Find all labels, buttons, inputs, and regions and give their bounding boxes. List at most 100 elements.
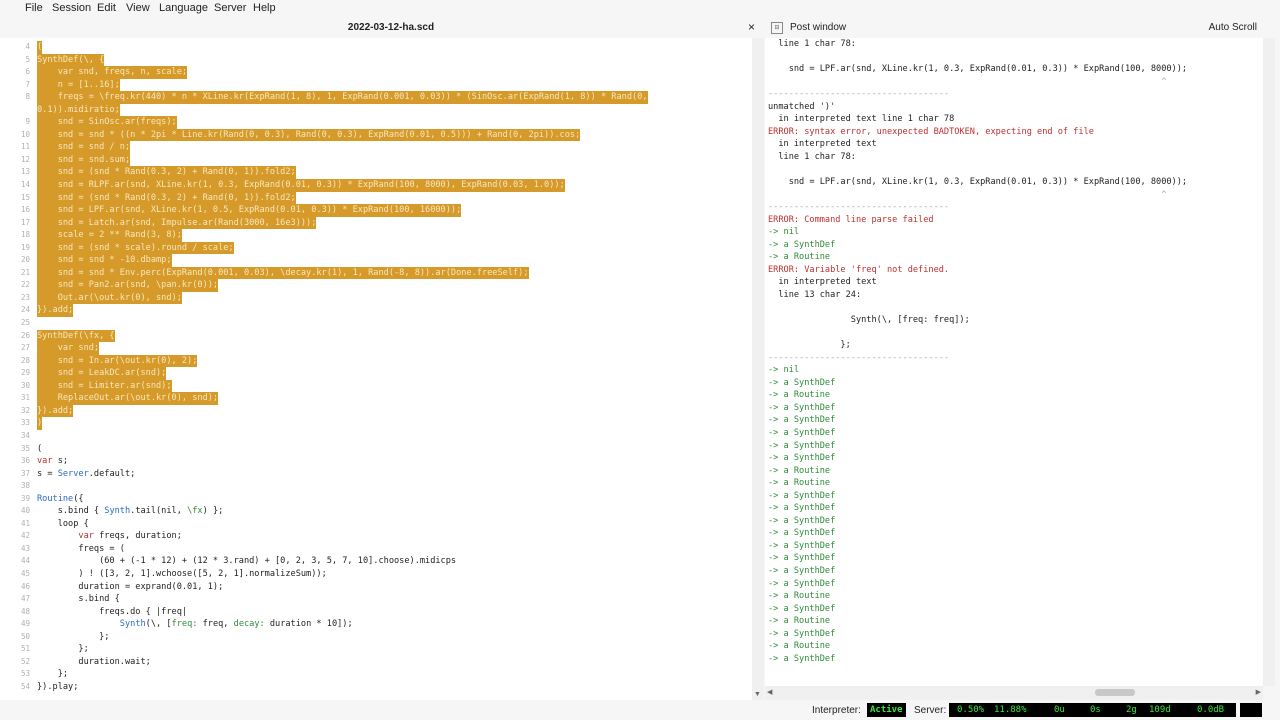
code-text[interactable]: snd = snd * Env.perc(ExpRand(0.001, 0.03… [37, 266, 529, 280]
code-text[interactable]: n = [1..16]; [37, 78, 120, 92]
code-line[interactable]: 19 snd = (snd * scale).round / scale; [0, 241, 752, 255]
code-line[interactable]: 24}).add; [0, 304, 752, 318]
code-text[interactable]: ( [37, 443, 42, 456]
server-status-display[interactable]: 0.50% 11.88% 0u 0s 2g 109d 0.0dB [949, 703, 1236, 717]
code-line[interactable]: 41 loop { [0, 518, 752, 531]
code-line[interactable]: 50 }; [0, 631, 752, 644]
code-line[interactable]: 18 scale = 2 ** Rand(3, 8); [0, 229, 752, 242]
code-text[interactable]: ) [37, 417, 43, 430]
post-horizontal-scrollbar[interactable]: ◀ ▶ [765, 686, 1263, 700]
editor-scrollbar[interactable]: ▼ [752, 38, 764, 700]
code-line[interactable]: 7 n = [1..16]; [0, 78, 752, 92]
menu-file[interactable]: File [25, 2, 43, 14]
code-line[interactable]: 40 s.bind { Synth.tail(nil, \fx) }; [0, 505, 752, 518]
code-text[interactable]: SynthDef(\fx, { [37, 329, 115, 343]
code-text[interactable]: s.bind { [37, 593, 119, 606]
code-text[interactable]: snd = In.ar(\out.kr(0), 2); [37, 354, 198, 368]
interpreter-status-badge[interactable]: Active [867, 703, 906, 717]
code-line[interactable]: 8 freqs = \freq.kr(440) * n * XLine.kr(E… [0, 91, 752, 104]
code-text[interactable]: var freqs, duration; [37, 530, 182, 543]
code-line[interactable]: 37 s = Server.default; [0, 468, 752, 481]
code-line[interactable]: 42 var freqs, duration; [0, 530, 752, 543]
code-text[interactable]: SynthDef(\, { [37, 53, 105, 67]
code-text[interactable]: scale = 2 ** Rand(3, 8); [37, 229, 182, 242]
code-line[interactable]: 17 snd = Latch.ar(snd, Impulse.ar(Rand(3… [0, 216, 752, 230]
code-text[interactable]: snd = snd.sum; [37, 153, 131, 167]
code-line[interactable]: 28 snd = In.ar(\out.kr(0), 2); [0, 354, 752, 368]
code-line[interactable]: 46 duration = exprand(0.01, 1); [0, 581, 752, 594]
menu-language[interactable]: Language [159, 2, 208, 14]
code-text[interactable]: snd = Pan2.ar(snd, \pan.kr(0)); [37, 279, 219, 292]
code-line[interactable]: 45 ) ! ([3, 2, 1].wchoose([5, 2, 1].norm… [0, 568, 752, 581]
code-text[interactable]: snd = SinOsc.ar(freqs); [37, 116, 177, 129]
code-editor[interactable]: 4(5 SynthDef(\, {6 var snd, freqs, n, sca… [0, 38, 752, 700]
code-line[interactable]: 13 snd = (snd * Rand(0.3, 2) + Rand(0, 1… [0, 166, 752, 180]
code-line[interactable]: 34 [0, 430, 752, 443]
code-text[interactable]: snd = snd * -10.dbamp; [37, 254, 172, 267]
code-text[interactable]: Routine({ [37, 493, 84, 506]
code-line[interactable]: 4( [0, 41, 752, 54]
code-line[interactable]: 9 snd = SinOsc.ar(freqs); [0, 116, 752, 129]
code-line[interactable]: 15 snd = (snd * Rand(0.3, 2) + Rand(0, 1… [0, 191, 752, 205]
menu-session[interactable]: Session [52, 2, 91, 14]
code-line[interactable]: 29 snd = LeakDC.ar(snd); [0, 367, 752, 380]
code-text[interactable]: var s; [37, 455, 68, 468]
scroll-right-icon[interactable]: ▶ [1256, 688, 1261, 696]
code-line[interactable]: 39 Routine({ [0, 493, 752, 506]
post-window-output[interactable]: line 1 char 78: snd = LPF.ar(snd, XLine.… [765, 38, 1263, 686]
code-text[interactable]: snd = Limiter.ar(snd); [37, 379, 172, 393]
code-line[interactable]: 47 s.bind { [0, 593, 752, 606]
code-line[interactable]: 11 snd = snd / n; [0, 141, 752, 154]
code-line[interactable]: 26 SynthDef(\fx, { [0, 329, 752, 343]
code-text[interactable]: snd = LeakDC.ar(snd); [37, 367, 167, 380]
code-line[interactable]: 0.1)).midiratio; [0, 103, 752, 117]
code-text[interactable]: snd = snd / n; [37, 141, 131, 154]
code-line[interactable]: 31 ReplaceOut.ar(\out.kr(0), snd); [0, 392, 752, 405]
code-text[interactable]: (60 + (-1 * 12) + (12 * 3.rand) + [0, 2,… [37, 555, 456, 568]
menu-help[interactable]: Help [253, 2, 276, 14]
code-text[interactable]: snd = RLPF.ar(snd, XLine.kr(1, 0.3, ExpR… [37, 179, 565, 192]
code-line[interactable]: 49 Synth(\, [freq: freq, decay: duration… [0, 618, 752, 631]
code-line[interactable]: 22 snd = Pan2.ar(snd, \pan.kr(0)); [0, 279, 752, 292]
code-text[interactable]: loop { [37, 518, 89, 531]
code-text[interactable]: snd = (snd * Rand(0.3, 2) + Rand(0, 1)).… [37, 191, 296, 205]
menu-view[interactable]: View [126, 2, 150, 14]
code-text[interactable]: var snd; [37, 342, 100, 355]
code-line[interactable]: 25 [0, 317, 752, 330]
code-text[interactable]: }).add; [37, 304, 74, 318]
code-text[interactable]: }; [37, 631, 109, 644]
code-text[interactable]: s = Server.default; [37, 468, 135, 481]
code-line[interactable]: 14 snd = RLPF.ar(snd, XLine.kr(1, 0.3, E… [0, 179, 752, 192]
menu-server[interactable]: Server [214, 2, 246, 14]
code-line[interactable]: 16 snd = LPF.ar(snd, XLine.kr(1, 0.5, Ex… [0, 204, 752, 217]
code-text[interactable]: ReplaceOut.ar(\out.kr(0), snd); [37, 392, 219, 405]
code-line[interactable]: 32}).add; [0, 404, 752, 418]
code-line[interactable]: 43 freqs = ( [0, 543, 752, 556]
code-text[interactable]: duration = exprand(0.01, 1); [37, 581, 223, 594]
code-line[interactable]: 38 [0, 480, 752, 493]
code-text[interactable]: snd = snd * ((n * 2pi * Line.kr(Rand(0, … [37, 128, 581, 142]
code-text[interactable]: }).play; [37, 681, 78, 694]
code-text[interactable]: }; [37, 668, 68, 681]
code-text[interactable]: }; [37, 643, 88, 656]
menu-edit[interactable]: Edit [97, 2, 116, 14]
code-text[interactable]: snd = (snd * Rand(0.3, 2) + Rand(0, 1)).… [37, 166, 296, 180]
code-line[interactable]: 5 SynthDef(\, { [0, 53, 752, 67]
code-line[interactable]: 20 snd = snd * -10.dbamp; [0, 254, 752, 267]
code-line[interactable]: 27 var snd; [0, 342, 752, 355]
code-line[interactable]: 54}).play; [0, 681, 752, 694]
code-lines[interactable]: 4(5 SynthDef(\, {6 var snd, freqs, n, sca… [0, 41, 752, 693]
scroll-down-icon[interactable]: ▼ [754, 691, 761, 698]
code-text[interactable]: ( [37, 41, 43, 54]
document-tab-title[interactable]: 2022-03-12-ha.scd [18, 18, 764, 38]
scroll-left-icon[interactable]: ◀ [767, 688, 772, 696]
code-text[interactable]: snd = LPF.ar(snd, XLine.kr(1, 0.5, ExpRa… [37, 204, 462, 217]
code-line[interactable]: 30 snd = Limiter.ar(snd); [0, 379, 752, 393]
code-line[interactable]: 21 snd = snd * Env.perc(ExpRand(0.001, 0… [0, 266, 752, 280]
code-text[interactable]: var snd, freqs, n, scale; [37, 66, 188, 79]
code-text[interactable]: 0.1)).midiratio; [37, 103, 120, 117]
code-line[interactable]: 48 freqs.do { |freq| [0, 606, 752, 619]
code-line[interactable]: 12 snd = snd.sum; [0, 153, 752, 167]
code-text[interactable]: Synth(\, [freq: freq, decay: duration * … [37, 618, 353, 631]
code-line[interactable]: 33) [0, 417, 752, 430]
